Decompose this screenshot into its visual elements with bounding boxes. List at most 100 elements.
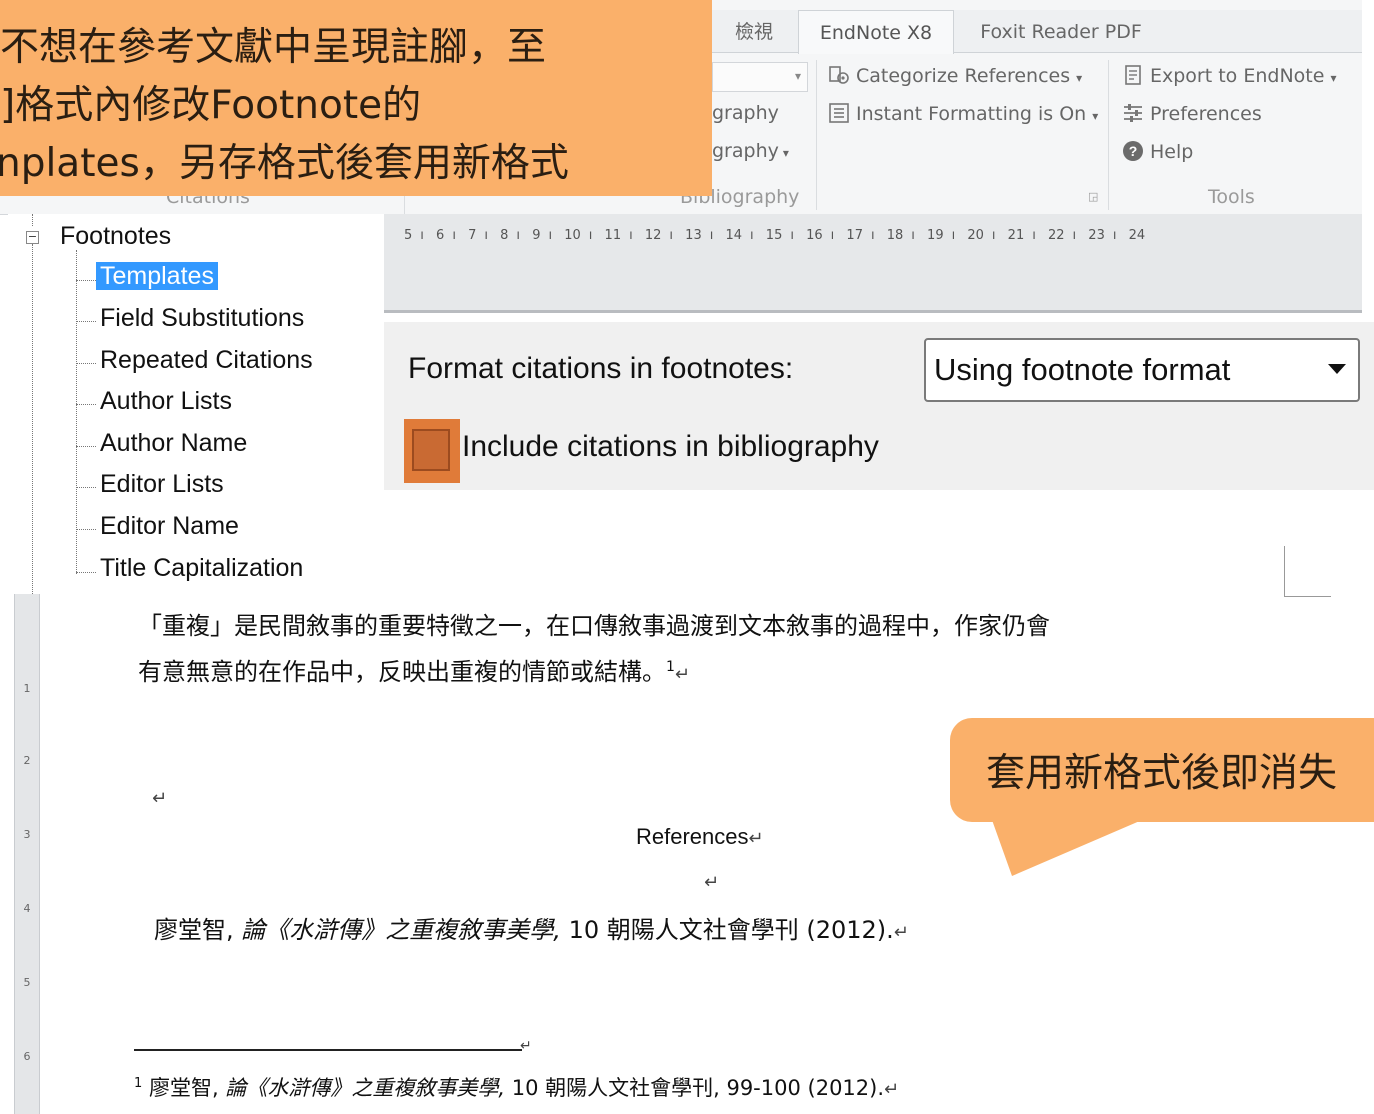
fn-title: 論《水滸傳》之重複敘事美學, — [225, 1076, 506, 1100]
ruler-number: 4 — [23, 902, 31, 915]
footnote-reference[interactable]: 1 — [666, 659, 675, 675]
tree-item-label: Field Substitutions — [100, 304, 305, 332]
ruler-number: 5 — [404, 228, 413, 243]
ruler-number: 11 — [604, 228, 622, 243]
tree-item-label: Title Capitalization — [100, 554, 304, 582]
tree-item-editor-name[interactable]: Editor Name — [96, 512, 243, 541]
callout-line-1: 不想在參考文獻中呈現註腳，至 — [0, 25, 547, 70]
paragraph-mark: ↵ — [152, 788, 168, 809]
tree-line — [76, 363, 96, 364]
export-to-endnote-button[interactable]: Export to EndNote ▾ — [1122, 64, 1336, 87]
ruler-number: 21 — [1007, 228, 1025, 243]
ruler-number: 23 — [1088, 228, 1105, 243]
svg-text:?: ? — [1129, 143, 1138, 159]
tree-line — [76, 321, 96, 322]
fn-author: 廖堂智, — [148, 1076, 219, 1100]
preferences-icon — [1122, 102, 1144, 124]
export-icon — [1122, 64, 1144, 86]
tools-group-label: Tools — [1208, 186, 1255, 208]
tree-item-author-name[interactable]: Author Name — [96, 429, 251, 458]
dialog-launcher-icon[interactable]: ◲ — [1088, 190, 1098, 203]
ruler-number: 10 — [564, 228, 581, 243]
tree-line — [76, 446, 96, 447]
ruler-number: 22 — [1047, 228, 1065, 243]
ruler-number: 17 — [846, 228, 863, 243]
ruler-number: 9 — [532, 228, 541, 243]
include-citations-checkbox[interactable] — [404, 419, 460, 483]
tree-item-editor-lists[interactable]: Editor Lists — [96, 470, 228, 499]
ruler-ticks: 5ı 6ı 7ı 8ı 9ı 10 ı 11 ı 12 ı 13 ı 14 ı 15 ı 1… — [404, 228, 1146, 243]
references-heading-text: References — [636, 824, 749, 849]
ruler-number: 20 — [967, 228, 984, 243]
tree-line — [76, 280, 96, 281]
tree-line — [76, 250, 77, 574]
tree-node-footnotes[interactable]: Footnotes — [60, 222, 171, 251]
tree-item-author-lists[interactable]: Author Lists — [96, 387, 236, 416]
preferences-button[interactable]: Preferences — [1122, 102, 1262, 125]
ruler-number: 6 — [436, 228, 445, 243]
tab-foxit[interactable]: Foxit Reader PDF — [956, 10, 1166, 52]
footnote-entry: 1 廖堂智, 論《水滸傳》之重複敘事美學, 10 朝陽人文社會學刊, 99-10… — [134, 1072, 899, 1102]
tab-endnote[interactable]: EndNote X8 — [798, 10, 954, 54]
ruler-number: 19 — [927, 228, 944, 243]
chevron-down-icon: ▾ — [1092, 109, 1099, 123]
tree-item-templates[interactable]: Templates — [96, 262, 218, 291]
tree-item-label: Author Lists — [100, 387, 233, 415]
tab-view[interactable]: 檢視 — [712, 10, 796, 52]
result-callout: 套用新格式後即消失 — [950, 718, 1374, 822]
tree-line — [76, 572, 96, 573]
preferences-label: Preferences — [1150, 103, 1262, 125]
chevron-down-icon: ▾ — [1076, 71, 1083, 85]
footnote-number: 1 — [134, 1076, 143, 1091]
paragraph-mark: ↵ — [893, 922, 909, 943]
paragraph-mark: ↵ — [748, 828, 764, 848]
categorize-references-button[interactable]: Categorize References ▾ — [828, 64, 1082, 87]
divider — [1108, 60, 1109, 210]
format-citations-label: Format citations in footnotes: — [408, 352, 794, 385]
tree-line — [76, 404, 96, 405]
convert-bibliography-button[interactable]: graphy ▾ — [712, 140, 789, 162]
vertical-ruler: 1 2 3 4 5 6 — [14, 594, 40, 1114]
checkbox-box — [412, 429, 450, 471]
export-label: Export to EndNote — [1150, 65, 1325, 87]
ref-author: 廖堂智, — [154, 916, 234, 944]
tree-item-repeated-citations[interactable]: Repeated Citations — [96, 346, 317, 375]
page-corner-mark — [1284, 546, 1331, 597]
instant-formatting-icon — [828, 102, 850, 124]
style-dropdown[interactable]: ▾ — [712, 62, 808, 92]
ruler-number: 18 — [886, 228, 904, 243]
divider — [404, 196, 405, 214]
tree-item-title-capitalization[interactable]: Title Capitalization — [96, 554, 307, 583]
tree-line — [76, 529, 96, 530]
ruler-number: 3 — [23, 828, 31, 841]
ruler-number: 14 — [725, 228, 743, 243]
ruler-number: 7 — [468, 228, 477, 243]
update-bibliography-button[interactable]: graphy — [712, 102, 779, 124]
body-paragraph-line-1: 「重複」是民間敘事的重要特徵之一，在口傳敘事過渡到文本敘事的過程中，作家仍會 — [138, 612, 1050, 640]
callout-line-3: nplates，另存格式後套用新格式 — [0, 141, 569, 186]
divider — [816, 60, 817, 210]
style-settings-tree: − Footnotes Templates Field Substitution… — [8, 214, 384, 594]
body-paragraph-line-2: 有意無意的在作品中，反映出重複的情節或結構。1↵ — [138, 652, 690, 687]
tree-item-field-substitutions[interactable]: Field Substitutions — [96, 304, 308, 333]
ruler-number: 24 — [1128, 228, 1146, 243]
help-icon: ? — [1122, 140, 1144, 162]
ruler-number: 12 — [644, 228, 662, 243]
ruler-number: 2 — [23, 754, 31, 767]
collapse-icon[interactable]: − — [26, 231, 39, 244]
body-paragraph-text: 有意無意的在作品中，反映出重複的情節或結構。 — [138, 658, 666, 686]
instant-formatting-button[interactable]: Instant Formatting is On ▾ — [828, 102, 1098, 125]
help-button[interactable]: ? Help — [1122, 140, 1193, 163]
ruler-number: 1 — [23, 682, 31, 695]
ruler-number: 8 — [500, 228, 509, 243]
chevron-down-icon: ▾ — [1330, 71, 1337, 85]
footnote-format-value: Using footnote format — [934, 352, 1231, 387]
tree-item-label: Repeated Citations — [100, 346, 313, 374]
paragraph-mark: ↵ — [674, 664, 691, 685]
footnote-format-select[interactable]: Using footnote format — [924, 338, 1360, 402]
dropdown-arrow-icon — [1328, 364, 1346, 374]
chevron-down-icon: ▾ — [794, 69, 801, 83]
tree-line — [32, 214, 33, 226]
callout-line-2: ]格式內修改Footnote的 — [0, 83, 422, 128]
ref-title: 論《水滸傳》之重複敘事美學, — [241, 916, 561, 944]
